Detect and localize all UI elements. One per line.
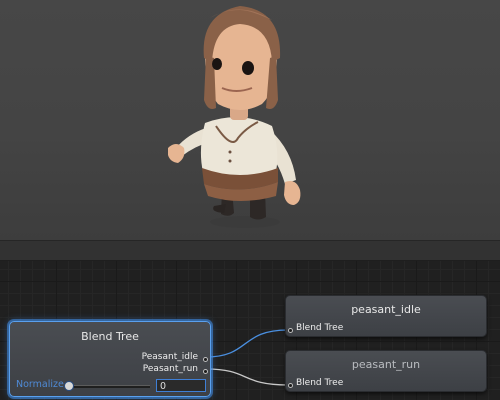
input-label-idle: Blend Tree: [296, 323, 344, 333]
motion-node-peasant-idle[interactable]: peasant_idle Blend Tree: [285, 295, 487, 337]
input-label-run: Blend Tree: [296, 378, 344, 388]
output-port-run[interactable]: [203, 369, 208, 374]
panel-divider[interactable]: [0, 240, 500, 261]
motion-node-title: peasant_idle: [351, 303, 421, 316]
peasant-character-model: [168, 6, 301, 228]
character-preview-viewport[interactable]: [0, 0, 500, 240]
parameter-slider[interactable]: [66, 385, 150, 388]
connection-run: [205, 368, 289, 386]
parameter-slider-knob[interactable]: [64, 381, 74, 391]
blend-tree-node[interactable]: Blend Tree Peasant_idle Peasant_run Norm…: [9, 321, 211, 397]
output-label-run: Peasant_run: [142, 364, 198, 374]
animator-graph[interactable]: Blend Tree Peasant_idle Peasant_run Norm…: [0, 261, 500, 400]
blend-tree-title: Blend Tree: [81, 330, 139, 343]
parameter-value-field[interactable]: 0: [156, 379, 206, 392]
input-port-run[interactable]: [288, 383, 293, 388]
parameter-label: Normalize: [16, 379, 64, 390]
motion-node-peasant-run[interactable]: peasant_run Blend Tree: [285, 350, 487, 392]
motion-node-title: peasant_run: [351, 358, 421, 371]
connection-idle: [205, 329, 289, 358]
output-label-idle: Peasant_idle: [141, 352, 198, 362]
input-port-idle[interactable]: [288, 328, 293, 333]
output-port-idle[interactable]: [203, 357, 208, 362]
